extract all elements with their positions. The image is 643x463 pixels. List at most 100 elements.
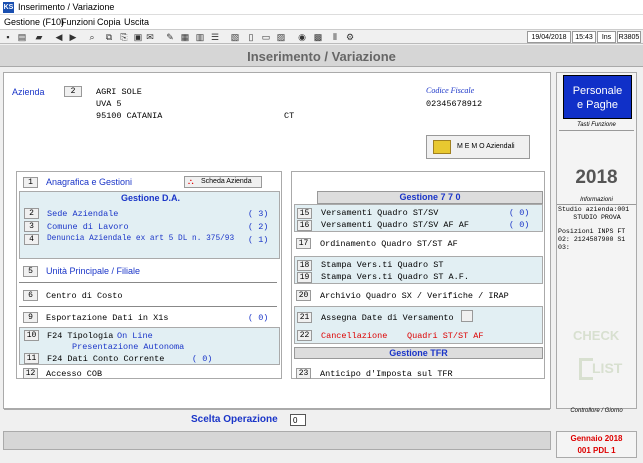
fiscal-code-value: 02345678912 [426,99,483,109]
num-15[interactable]: 15 [297,208,312,219]
arrow-right-icon[interactable]: ▶ [68,32,78,42]
globe-icon[interactable]: ◉ [297,32,307,42]
assegna-date-link[interactable]: Assegna Date di Versamento [321,313,454,323]
num-21[interactable]: 21 [297,312,312,323]
num-6[interactable]: 6 [23,290,38,301]
num-3[interactable]: 3 [24,221,39,232]
info-line: STUDIO PROVA [573,214,621,221]
status-bar [3,431,551,450]
comune-lavoro-link[interactable]: Comune di Lavoro [47,222,129,232]
azienda-label: Azienda [12,87,45,97]
window-title: Inserimento / Variazione [18,2,115,12]
num-2[interactable]: 2 [24,208,39,219]
num-11[interactable]: 11 [24,353,39,364]
tasti-funzione-label: Tasti Funzione [577,122,616,128]
checklist-icon [579,358,593,380]
menu-uscita[interactable]: Uscita [124,17,149,27]
num-20[interactable]: 20 [296,290,311,301]
info-line: Studio azienda:001 [558,206,630,213]
calculator-icon[interactable]: ▧ [230,32,240,42]
num-4[interactable]: 4 [24,234,39,245]
versamenti-quadro-link[interactable]: Versamenti Quadro ST/SV [321,208,438,218]
paste-icon[interactable]: ⎘ [119,32,129,42]
scheda-azienda-label: Scheda Azienda [201,178,252,185]
esportazione-link[interactable]: Esportazione Dati in X1s [46,313,168,323]
chart-icon[interactable]: ▨ [276,32,286,42]
folder-icon[interactable]: ▩ [313,32,323,42]
anticipo-imposta-link[interactable]: Anticipo d'Imposta sul TFR [320,369,453,379]
num-23[interactable]: 23 [296,368,311,379]
num-22[interactable]: 22 [297,330,312,341]
azienda-code-field[interactable]: 2 [64,86,82,97]
scheda-azienda-button[interactable]: ⛬ Scheda Azienda [184,176,262,188]
list-icon[interactable]: ☰ [210,32,220,42]
cancellazione-quadri: Quadri ST/ST AF [407,331,484,341]
denuncia-aziendale-link[interactable]: Denuncia Aziendale ex art 5 DL n. 375/93 [47,235,234,243]
num-10[interactable]: 10 [24,330,39,341]
print-icon[interactable]: ▤ [17,32,27,42]
num-5[interactable]: 5 [23,266,38,277]
attach-icon[interactable]: ⦀ [330,32,340,42]
page-title: Inserimento / Variazione [247,49,396,64]
menu-bar: Gestione (F10) Funzioni Copia Uscita [0,15,643,29]
calendar-icon[interactable] [461,310,473,322]
mail-icon[interactable]: ✉ [145,32,155,42]
stampa-vers-af-link[interactable]: Stampa Vers.ti Quadro ST A.F. [321,272,469,282]
stampa-vers-link[interactable]: Stampa Vers.ti Quadro ST [321,260,443,270]
menu-gestione[interactable]: Gestione (F10) [4,17,64,27]
versamenti-quadro-af-link[interactable]: Versamenti Quadro ST/SV AF AF [321,220,469,230]
unita-principale-link[interactable]: Unità Principale / Filiale [46,266,140,276]
table-icon[interactable]: ▥ [195,32,205,42]
gestione-da-section: Gestione D.A. 2 Sede Aziendale ( 3) 3 Co… [19,191,280,259]
note-icon[interactable]: ▭ [261,32,271,42]
gestione-770-versamenti: 15 Versamenti Quadro ST/SV ( 0) 16 Versa… [294,204,543,232]
num-9[interactable]: 9 [23,312,38,323]
centro-costo-link[interactable]: Centro di Costo [46,291,123,301]
versamenti-quadro-af-count: ( 0) [509,220,530,230]
num-1[interactable]: 1 [23,177,38,188]
accesso-cob-link[interactable]: Accesso COB [46,369,102,379]
grid-icon[interactable]: ▦ [180,32,190,42]
scelta-input[interactable]: 0 [290,414,306,426]
document-icon[interactable]: ▯ [246,32,256,42]
info-line: Posizioni INPS FT [558,228,626,235]
brand-box[interactable]: Personale e Paghe [563,75,632,119]
arrow-left-icon[interactable]: ◀ [54,32,64,42]
brand-line2: e Paghe [577,99,618,111]
toolbar: ▪ ▤ ▰ ◀ ▶ ⌕ ⧉ ⎘ ▣ ✉ ✎ ▦ ▥ ☰ ▧ ▯ ▭ ▨ ◉ ▩ … [0,29,643,44]
search-icon[interactable]: ⌕ [87,32,97,42]
num-19[interactable]: 19 [297,272,312,283]
anagrafica-link[interactable]: Anagrafica e Gestioni [46,177,132,187]
scelta-bar: Scelta Operazione 0 [3,411,551,428]
company-province: CT [284,111,295,121]
tools-icon[interactable]: ✎ [165,32,175,42]
brand-line1: Personale [572,85,623,97]
f24-tipologia-label[interactable]: F24 Tipologia [47,331,113,341]
company-city: 95100 CATANIA [96,111,163,121]
cancellazione-link[interactable]: Cancellazione [321,331,387,341]
sede-aziendale-link[interactable]: Sede Aziendale [47,209,118,219]
info-block: Studio azienda:001 STUDIO PROVA Posizion… [558,206,636,252]
export-icon[interactable]: ▣ [133,32,143,42]
save-icon[interactable]: ▪ [3,32,13,42]
num-16[interactable]: 16 [297,220,312,231]
time-display: 15:43 [572,31,596,43]
title-bar: KS Inserimento / Variazione [0,0,643,15]
f24-dati-label[interactable]: F24 Dati Conto Corrente [47,354,164,364]
ordinamento-link[interactable]: Ordinamento Quadro ST/ST AF [320,239,458,249]
exit-door-icon[interactable]: ▰ [34,32,44,42]
archivio-quadro-link[interactable]: Archivio Quadro SX / Verifiche / IRAP [320,291,509,301]
memo-aziendali-button[interactable]: M E M O Aziendali [426,135,530,159]
menu-funzioni[interactable]: Funzioni [61,17,95,27]
num-17[interactable]: 17 [296,238,311,249]
menu-copia[interactable]: Copia [97,17,121,27]
scelta-label: Scelta Operazione [191,414,278,425]
versamenti-quadro-count: ( 0) [509,208,530,218]
copy-icon[interactable]: ⧉ [104,32,114,42]
num-12[interactable]: 12 [23,368,38,379]
esportazione-count: ( 0) [248,313,269,323]
checklist-logo[interactable]: CHECK LIST [557,318,636,402]
num-18[interactable]: 18 [297,260,312,271]
pdf-icon: ⛬ [188,177,194,186]
settings-icon[interactable]: ⚙ [345,32,355,42]
